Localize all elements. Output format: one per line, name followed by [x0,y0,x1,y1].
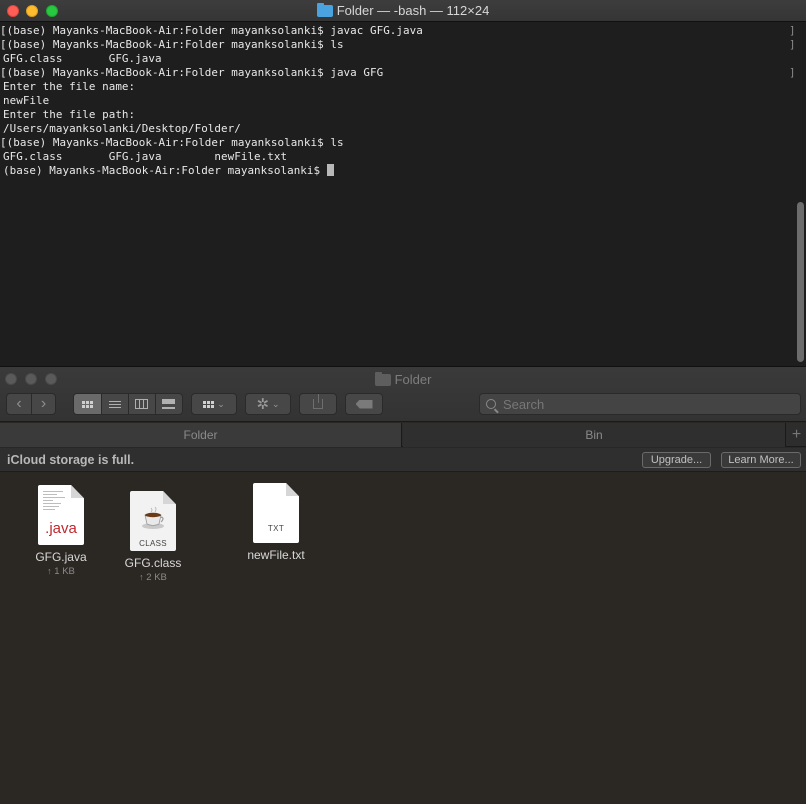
column-view-icon [135,399,149,409]
back-icon: ‹ [16,395,22,412]
chevron-down-icon: ⌄ [217,398,225,409]
icon-view-icon [81,400,93,408]
finder-toolbar: Folder ‹ › ⌄ ✲ ⌄ Search [0,367,806,422]
tab-folder[interactable]: Folder [0,423,402,447]
java-badge: .java [45,520,77,537]
search-input[interactable]: Search [479,393,801,415]
file-size-value: 2 KB [146,572,167,583]
terminal-scrollbar[interactable] [797,202,804,362]
file-size: ↑ 2 KB [120,572,186,583]
gallery-view-icon [162,399,176,409]
file-size-value: 1 KB [54,566,75,577]
column-view-button[interactable] [127,394,155,414]
terminal-line: [(base) Mayanks-MacBook-Air:Folder mayan… [0,38,344,51]
search-icon [486,399,496,409]
folder-icon [316,3,333,17]
terminal-line: GFG.class GFG.java newFile.txt [3,150,288,163]
tags-button[interactable] [345,393,383,415]
mark-line [789,52,797,66]
list-view-icon [108,399,121,410]
share-icon [313,394,323,409]
class-file-icon: CLASS [130,491,176,551]
learn-more-button[interactable]: Learn More... [721,452,801,468]
terminal-line: newFile [3,94,50,107]
action-menu-button[interactable]: ✲ ⌄ [245,393,291,415]
upgrade-button[interactable]: Upgrade... [642,452,711,468]
file-size: ↑ 1 KB [30,566,92,577]
file-item-newfile-txt[interactable]: TXT newFile.txt [238,483,314,562]
file-name: newFile.txt [247,548,305,562]
search-placeholder: Search [503,396,545,412]
gear-icon: ✲ [256,396,270,413]
terminal-output[interactable]: [(base) Mayanks-MacBook-Air:Folder mayan… [0,24,790,364]
txt-file-icon: TXT [253,483,299,543]
icloud-notice-bar: iCloud storage is full. Upgrade... Learn… [0,448,806,472]
icloud-notice-text: iCloud storage is full. [7,453,135,467]
share-button[interactable] [299,393,337,415]
terminal-prompt-line: (base) Mayanks-MacBook-Air:Folder mayank… [3,164,790,178]
file-grid[interactable]: .java GFG.java ↑ 1 KB CLASS GFG.class ↑ … [0,473,806,804]
folder-icon [374,372,391,386]
nav-buttons: ‹ › [6,393,56,415]
java-file-icon: .java [38,485,84,545]
terminal-line: GFG.class GFG.java [3,52,162,65]
txt-badge: TXT [267,524,285,533]
terminal-titlebar[interactable]: Folder — -bash — 112×24 [0,0,806,22]
forward-icon: › [40,395,47,412]
finder-tab-bar: Folder Bin + [0,423,806,447]
view-mode-control [73,393,183,415]
terminal-title: Folder — -bash — 112×24 [0,3,806,18]
terminal-marks: ] ] ] [789,24,797,80]
list-view-button[interactable] [100,394,128,414]
terminal-line: [(base) Mayanks-MacBook-Air:Folder mayan… [0,24,423,37]
text-cursor [326,164,334,176]
terminal-line: [(base) Mayanks-MacBook-Air:Folder mayan… [0,66,384,79]
file-name: GFG.class [124,556,182,570]
new-tab-button[interactable]: + [787,423,806,447]
icon-view-button[interactable] [74,394,101,414]
back-button[interactable]: ‹ [7,394,31,414]
terminal-line: Enter the file path: [3,108,136,121]
file-item-gfg-java[interactable]: .java GFG.java ↑ 1 KB [30,485,92,577]
mark-line: ] [789,38,796,51]
terminal-window: Folder — -bash — 112×24 [(base) Mayanks-… [0,0,806,366]
finder-window: Folder ‹ › ⌄ ✲ ⌄ Search Folder Bin + iCl… [0,366,806,804]
group-icon [203,400,215,408]
finder-title-text: Folder [394,372,432,387]
mark-line: ] [789,24,796,37]
tag-icon [355,399,373,409]
finder-title: Folder [0,372,806,387]
terminal-line: /Users/mayanksolanki/Desktop/Folder/ [3,122,241,135]
gallery-view-button[interactable] [154,394,182,414]
tab-bin[interactable]: Bin [403,423,786,447]
terminal-title-text: Folder — -bash — 112×24 [336,3,490,18]
file-item-gfg-class[interactable]: CLASS GFG.class ↑ 2 KB [120,491,186,583]
upload-arrow-icon: ↑ [47,566,52,576]
coffee-cup-icon [142,506,164,529]
forward-button[interactable]: › [30,394,55,414]
upload-arrow-icon: ↑ [139,572,144,582]
group-by-button[interactable]: ⌄ [191,393,237,415]
mark-line: ] [789,66,796,79]
file-name: GFG.java [35,550,87,564]
terminal-prompt: (base) Mayanks-MacBook-Air:Folder mayank… [3,164,327,177]
terminal-line: [(base) Mayanks-MacBook-Air:Folder mayan… [0,136,344,149]
terminal-line: Enter the file name: [3,80,136,93]
chevron-down-icon: ⌄ [272,398,280,409]
class-badge: CLASS [139,539,167,548]
